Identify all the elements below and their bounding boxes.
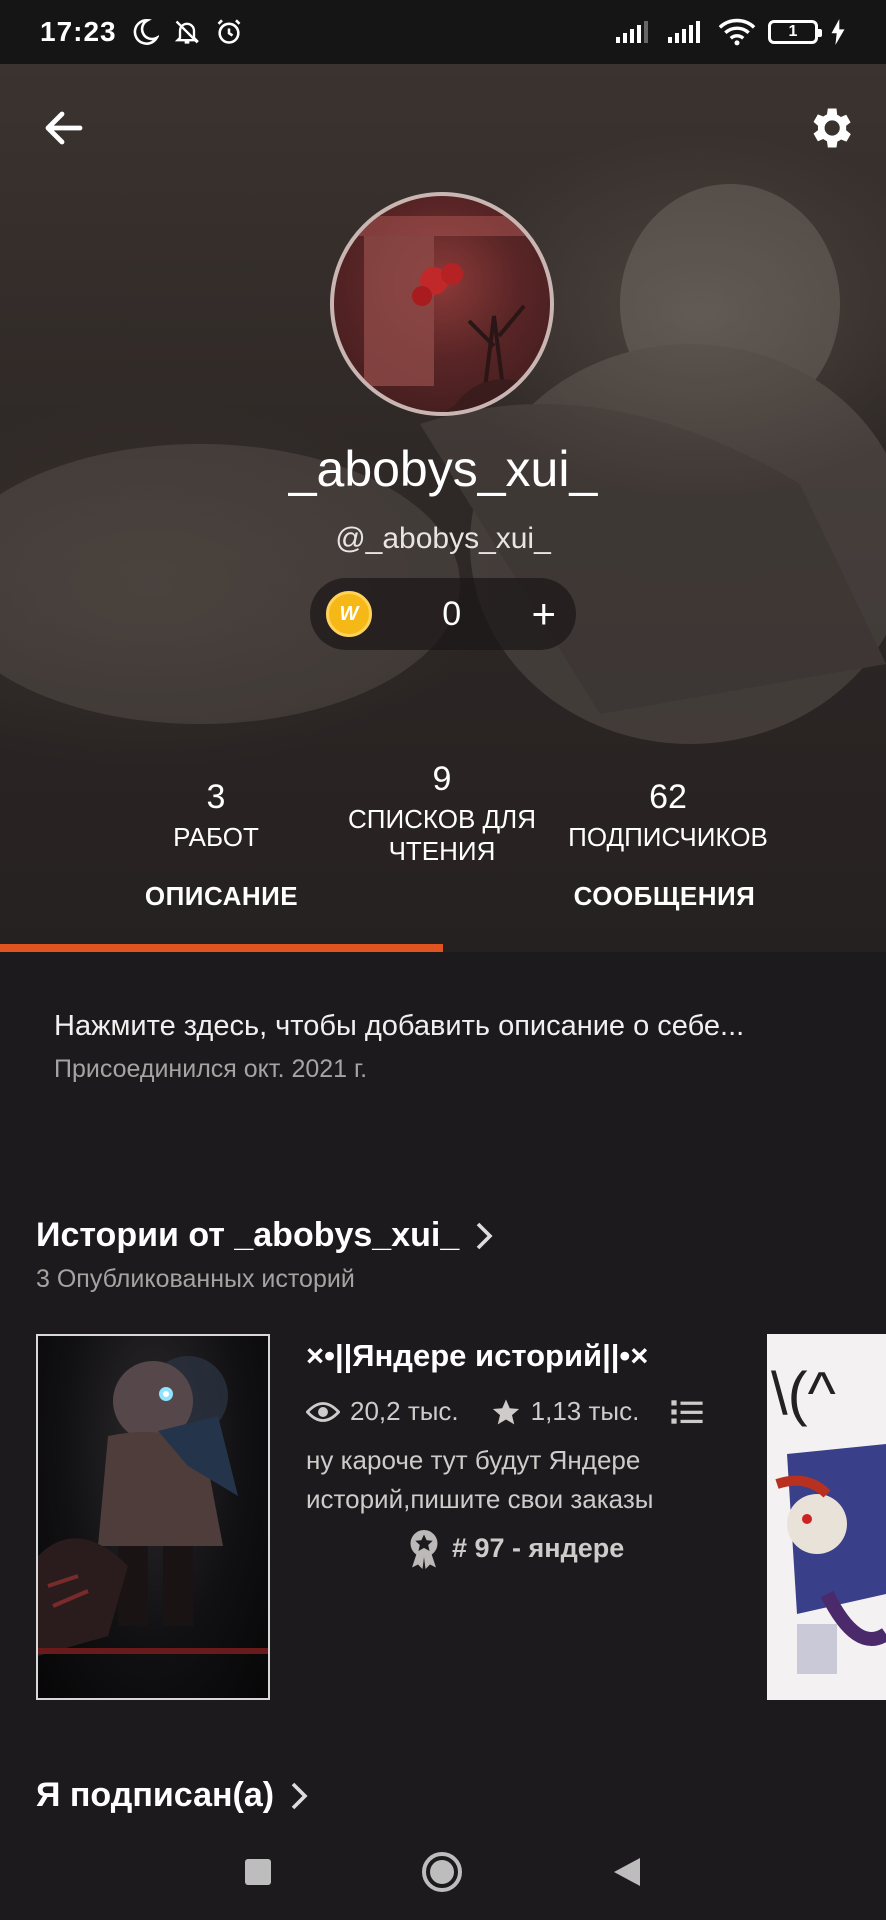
back-button[interactable] (40, 104, 88, 152)
battery-level: 1 (788, 23, 798, 40)
wifi-icon (718, 18, 756, 46)
stat-followers-value: 62 (649, 778, 687, 816)
star-icon (492, 1399, 519, 1424)
coin-count: 0 (442, 594, 462, 633)
triangle-back-icon (614, 1857, 640, 1886)
story-rank-text: # 97 - яндере (452, 1532, 625, 1563)
profile-tabs: ОПИСАНИЕ СООБЩЕНИЯ (0, 840, 886, 952)
square-icon (245, 1858, 271, 1885)
story-cover-image (38, 1356, 268, 1656)
story-cover-next[interactable]: \(^ (767, 1334, 886, 1700)
svg-text:\(^: \(^ (771, 1360, 836, 1427)
charging-icon (830, 19, 846, 45)
back-nav-button[interactable] (612, 1856, 642, 1893)
alarm-icon (215, 18, 243, 46)
arrow-left-icon (45, 111, 83, 145)
chevron-right-icon (291, 1782, 308, 1809)
list-icon (671, 1399, 703, 1425)
joined-date: Присоединился окт. 2021 г. (54, 1055, 368, 1083)
stories-title[interactable]: Истории от _abobys_xui_ (36, 1216, 495, 1255)
status-time: 17:23 (40, 16, 117, 47)
ranking-badge-icon (410, 1530, 438, 1569)
coin-icon: W (326, 591, 372, 637)
username: @_abobys_xui_ (335, 522, 551, 555)
about-section[interactable]: Нажмите здесь, чтобы добавить описание о… (54, 1010, 744, 1084)
story-cover[interactable] (36, 1334, 270, 1700)
home-button[interactable] (420, 1850, 464, 1899)
story-rank: # 97 - яндере (406, 1527, 726, 1569)
story-description: ну кароче тут будут Яндере историй,пишит… (306, 1445, 654, 1514)
settings-button[interactable] (804, 102, 856, 154)
avatar[interactable] (330, 192, 554, 416)
story-votes-count: 1,13 тыс. (530, 1396, 640, 1426)
system-navigation-bar (0, 1828, 886, 1920)
tab-about[interactable]: ОПИСАНИЕ (0, 840, 443, 952)
avatar-image (344, 216, 550, 412)
story-meta: 20,2 тыс. 1,13 тыс. (306, 1396, 726, 1427)
signal-icon (614, 19, 654, 45)
recents-button[interactable] (244, 1858, 272, 1891)
tab-messages[interactable]: СООБЩЕНИЯ (443, 840, 886, 952)
profile-header: _abobys_xui_ @_abobys_xui_ W 0 + 3 РАБОТ… (0, 64, 886, 952)
following-title: Я подписан(а) (36, 1776, 275, 1814)
battery-icon: 1 (768, 20, 822, 44)
following-section-header[interactable]: Я подписан(а) (36, 1776, 310, 1815)
bell-off-icon (173, 18, 201, 46)
story-cover-next-image: \(^ (771, 1360, 886, 1674)
story-views: 20,2 тыс. (306, 1396, 459, 1427)
stories-count: 3 Опубликованных историй (36, 1265, 355, 1293)
circle-icon (422, 1851, 462, 1892)
stat-works-value: 3 (206, 778, 226, 816)
status-left: 17:23 (40, 16, 243, 48)
eye-icon (306, 1401, 340, 1422)
gear-icon (813, 108, 851, 148)
story-card[interactable]: ×•||Яндере историй||•× 20,2 тыс. 1,13 ты… (306, 1338, 726, 1569)
display-name: _abobys_xui_ (288, 441, 598, 497)
stat-reading-lists-value: 9 (432, 760, 452, 798)
story-title[interactable]: ×•||Яндере историй||•× (306, 1338, 726, 1374)
status-right: 1 (614, 18, 846, 46)
story-views-count: 20,2 тыс. (350, 1396, 459, 1426)
moon-icon (131, 18, 159, 46)
stories-section-header[interactable]: Истории от _abobys_xui_ 3 Опубликованных… (36, 1216, 495, 1294)
status-bar: 17:23 1 (0, 0, 886, 64)
add-description-prompt[interactable]: Нажмите здесь, чтобы добавить описание о… (54, 1010, 744, 1043)
stories-title-text: Истории от _abobys_xui_ (36, 1216, 460, 1254)
chevron-right-icon (476, 1222, 493, 1249)
story-votes: 1,13 тыс. (491, 1396, 640, 1427)
signal-icon (666, 19, 706, 45)
add-coins-button[interactable]: + (531, 593, 556, 635)
active-tab-indicator (0, 944, 443, 952)
coin-balance[interactable]: W 0 + (310, 578, 576, 650)
